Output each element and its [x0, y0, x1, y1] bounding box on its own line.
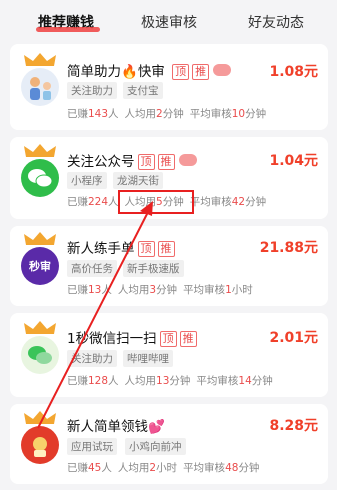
task-card[interactable]: 新人简单领钱💕 8.28元 应用试玩 小鸡向前冲 已赚45人 人均用2小时 平均审核…: [10, 404, 328, 484]
tab-friends[interactable]: 好友动态: [248, 12, 304, 32]
wechat-icon: [21, 336, 59, 374]
task-price: 1.08元: [269, 64, 318, 80]
task-stats: 已赚45人 人均用2小时 平均审核48分钟: [67, 462, 260, 474]
task-icon: 秒审: [21, 232, 61, 285]
badge-top: 顶: [172, 64, 190, 80]
annotation-highlight-box: [118, 190, 194, 214]
task-icon: [21, 411, 61, 464]
task-price: 21.88元: [259, 240, 318, 256]
instant-review-icon: 秒审: [21, 247, 59, 285]
task-price: 2.01元: [269, 330, 318, 346]
task-tag: 应用试玩: [67, 438, 117, 455]
crown-icon: [24, 144, 56, 157]
task-tag: 龙湖天街: [113, 172, 163, 189]
badge-top: 顶: [137, 241, 155, 257]
crown-icon: [24, 411, 56, 424]
badge-recommend: 推: [157, 154, 175, 170]
hearts-icon: 💕: [148, 419, 165, 435]
task-tag: 支付宝: [123, 82, 163, 99]
task-tag: 小程序: [67, 172, 107, 189]
person-icon: [21, 68, 59, 106]
task-title: 简单助力🔥快审 顶推: [67, 60, 232, 80]
task-card[interactable]: 简单助力🔥快审 顶推 1.08元 关注助力 支付宝 已赚143人 人均用2分钟 平均…: [10, 44, 328, 130]
task-tag: 关注助力: [67, 350, 117, 367]
task-card[interactable]: 1秒微信扫一扫顶推 2.01元 关注助力 哔哩哔哩 已赚128人 人均用13分钟平…: [10, 313, 328, 397]
task-tag: 小鸡向前冲: [125, 438, 186, 455]
cloud-icon: [178, 154, 197, 166]
crown-icon: [24, 232, 56, 245]
badge-top: 顶: [137, 154, 155, 170]
crown-icon: [24, 53, 56, 66]
task-stats: 已赚13人 人均用3分钟 平均审核1小时: [67, 284, 253, 296]
cloud-icon: [213, 64, 232, 76]
task-title: 1秒微信扫一扫顶推: [67, 327, 197, 347]
fire-icon: 🔥: [121, 64, 138, 80]
task-title: 新人练手单顶推: [67, 237, 175, 257]
gift-icon: [21, 426, 59, 464]
task-tag: 哔哩哔哩: [123, 350, 173, 367]
task-card[interactable]: 秒审 新人练手单顶推 21.88元 高价任务 新手极速版 已赚13人 人均用3分钟…: [10, 226, 328, 306]
badge-recommend: 推: [179, 331, 197, 347]
badge-top: 顶: [159, 331, 177, 347]
active-tab-indicator: [36, 27, 100, 32]
task-icon: [21, 53, 61, 106]
task-tag: 关注助力: [67, 82, 117, 99]
task-price: 8.28元: [269, 418, 318, 434]
badge-recommend: 推: [192, 64, 210, 80]
badge-recommend: 推: [157, 241, 175, 257]
task-tag: 高价任务: [67, 260, 117, 277]
task-icon: [21, 144, 61, 197]
task-stats: 已赚128人 人均用13分钟 平均审核14分钟: [67, 375, 273, 387]
tab-bar: 推荐赚钱 极速审核 好友动态: [0, 0, 337, 40]
task-tag: 新手极速版: [123, 260, 184, 277]
tab-fast-review[interactable]: 极速审核: [141, 12, 197, 32]
task-price: 1.04元: [269, 153, 318, 169]
task-title: 新人简单领钱💕: [67, 419, 165, 435]
task-icon: [21, 321, 61, 374]
crown-icon: [24, 321, 56, 334]
task-stats: 已赚143人 人均用2分钟 平均审核10分钟: [67, 108, 267, 120]
wechat-icon: [21, 159, 59, 197]
task-title: 关注公众号顶推: [67, 150, 197, 170]
